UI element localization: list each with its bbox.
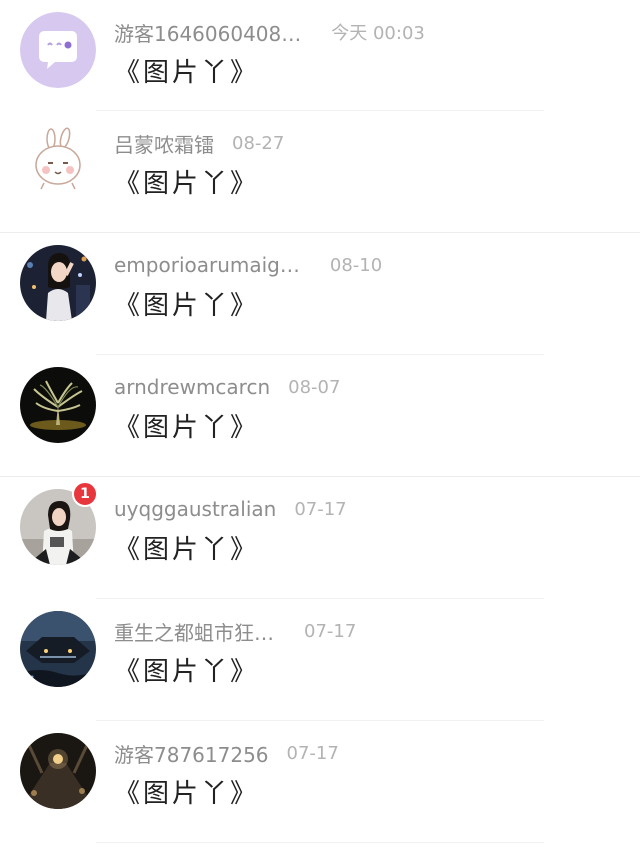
contact-name: 吕蒙哝霜镭 xyxy=(114,132,214,157)
conversation-item[interactable]: 游客1646060408… 今天 00:03 《图片丫》 xyxy=(0,0,640,111)
conversation-item[interactable]: 吕蒙哝霜镭 08-27 《图片丫》 xyxy=(0,111,640,233)
contact-name: 游客1646060408… xyxy=(114,21,302,46)
message-preview: 《图片丫》 xyxy=(114,291,260,321)
glowing-tree-avatar[interactable] xyxy=(20,367,96,443)
message-time: 今天 00:03 xyxy=(331,23,425,44)
contact-name: emporioarumaig… xyxy=(114,253,300,277)
sci-fi-ship-avatar[interactable] xyxy=(20,611,96,687)
message-preview: 《图片丫》 xyxy=(114,535,260,565)
message-time: 08-10 xyxy=(329,254,383,276)
conversation-item[interactable]: 重生之都蛆市狂… 07-17 《图片丫》 xyxy=(0,599,640,721)
message-preview: 《图片丫》 xyxy=(114,779,260,809)
dark-street-avatar[interactable] xyxy=(20,733,96,809)
contact-name: uyqggaustralian xyxy=(114,497,277,521)
message-preview: 《图片丫》 xyxy=(114,58,260,88)
divider xyxy=(96,842,544,843)
conversation-list: 游客1646060408… 今天 00:03 《图片丫》 吕蒙哝霜镭 08-27… xyxy=(0,0,640,843)
conversation-item[interactable]: 游客787617256 07-17 《图片丫》 xyxy=(0,721,640,843)
contact-name: 游客787617256 xyxy=(114,742,269,767)
message-preview: 《图片丫》 xyxy=(114,657,260,687)
conversation-item[interactable]: emporioarumaig… 08-10 《图片丫》 xyxy=(0,233,640,355)
purple-chat-bubble-avatar[interactable] xyxy=(20,12,96,88)
contact-name: 重生之都蛆市狂… xyxy=(114,620,274,645)
message-time: 07-17 xyxy=(304,620,357,642)
message-time: 07-17 xyxy=(294,498,347,520)
conversation-item[interactable]: 1 uyqggaustralian 07-17 《图片丫》 xyxy=(0,477,640,599)
message-preview: 《图片丫》 xyxy=(114,413,260,443)
unread-badge: 1 xyxy=(72,481,98,507)
message-time: 07-17 xyxy=(286,742,339,764)
message-preview: 《图片丫》 xyxy=(114,169,260,199)
message-time: 08-27 xyxy=(232,132,285,154)
cartoon-rabbit-avatar[interactable] xyxy=(20,123,96,199)
message-time: 08-07 xyxy=(288,376,341,398)
conversation-item[interactable]: arndrewmcarcn 08-07 《图片丫》 xyxy=(0,355,640,477)
contact-name: arndrewmcarcn xyxy=(114,375,271,399)
woman-night-city-avatar[interactable] xyxy=(20,245,96,321)
